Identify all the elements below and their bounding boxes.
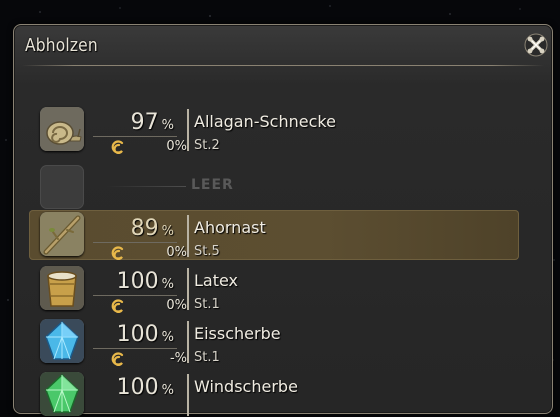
percent-unit: % [161, 118, 174, 133]
gathering-rate: 89% [130, 216, 174, 241]
item-level: St.2 [194, 138, 220, 153]
title-bar[interactable]: Abholzen [14, 25, 552, 65]
item-level: St.1 [194, 297, 220, 312]
item-icon-slot [40, 319, 84, 363]
column-divider [187, 268, 189, 310]
hq-icon [111, 246, 124, 260]
item-name: Ahornast [194, 218, 266, 237]
item-name: Eisscherbe [194, 324, 281, 343]
hq-rate: 0% [166, 298, 187, 313]
item-icon-slot [40, 212, 84, 256]
close-button[interactable] [523, 32, 549, 58]
percent-unit: % [161, 277, 174, 292]
column-divider [187, 374, 189, 416]
branch-icon [40, 212, 84, 256]
gathering-item-row[interactable]: 100% -% Eisscherbe St.1 [29, 316, 519, 366]
percent-unit: % [161, 224, 174, 239]
rate-divider [93, 242, 177, 243]
gathering-item-row[interactable]: 97% 0% Allagan-Schnecke St.2 [29, 104, 519, 154]
item-icon-slot [40, 107, 84, 151]
close-icon [524, 33, 548, 57]
item-icon-slot [40, 372, 84, 416]
empty-slot-line [106, 186, 186, 187]
item-level: St.5 [194, 244, 220, 259]
hq-rate: -% [169, 351, 187, 366]
item-name: Windscherbe [194, 377, 298, 396]
rate-divider [93, 136, 177, 137]
gathering-window: Abholzen 97% 0% Allagan-Schnecke St.2 LE… [13, 24, 553, 417]
percent-unit: % [161, 383, 174, 398]
gathering-rate: 100% [116, 269, 174, 294]
snail-icon [40, 107, 84, 151]
rate-divider [93, 295, 177, 296]
rate-divider [93, 348, 177, 349]
window-title: Abholzen [25, 35, 98, 56]
item-name: Latex [194, 271, 239, 290]
item-level: St.1 [194, 350, 220, 365]
gathering-rate: 97% [130, 110, 174, 135]
column-divider [187, 109, 189, 151]
gathering-item-row[interactable]: 100% Windscherbe [29, 369, 519, 417]
gathering-item-row[interactable]: 100% 0% Latex St.1 [29, 263, 519, 313]
item-icon-slot [40, 266, 84, 310]
empty-slot-label: LEER [191, 177, 234, 193]
gathering-rate: 100% [116, 322, 174, 347]
empty-icon-slot [40, 165, 84, 209]
hq-rate: 0% [166, 245, 187, 260]
hq-rate: 0% [166, 139, 187, 154]
column-divider [187, 215, 189, 257]
wind-shard-icon [40, 372, 84, 416]
latex-bucket-icon [40, 266, 84, 310]
gathering-rate: 100% [116, 375, 174, 400]
percent-unit: % [161, 330, 174, 345]
title-divider [22, 65, 544, 66]
gathering-item-row-selected[interactable]: 89% 0% Ahornast St.5 [29, 208, 519, 260]
hq-icon [111, 140, 124, 154]
hq-icon [111, 299, 124, 313]
column-divider [187, 321, 189, 363]
item-name: Allagan-Schnecke [194, 112, 336, 131]
hq-icon [111, 352, 124, 366]
ice-shard-icon [40, 319, 84, 363]
empty-slot-row: LEER [29, 162, 519, 210]
